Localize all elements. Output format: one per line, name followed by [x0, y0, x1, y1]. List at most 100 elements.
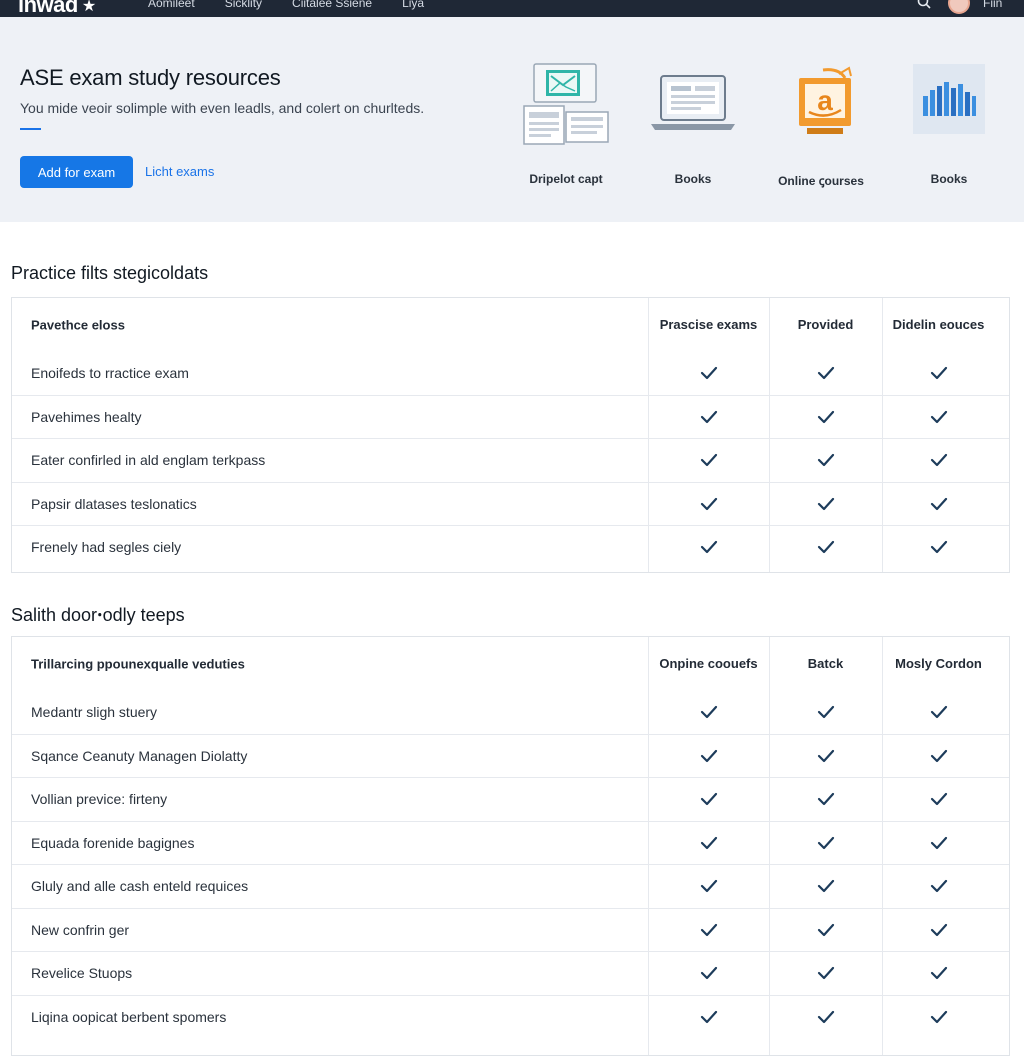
check-cell-2: [769, 822, 882, 865]
star-icon: ★: [81, 0, 96, 15]
nav-link-2[interactable]: Sicklity: [225, 0, 262, 10]
check-cell-1: [648, 909, 769, 952]
page-title: ASE exam study resources: [20, 65, 281, 90]
header-label: Trillarcing ppounexqualle veduties: [31, 656, 245, 671]
checkmark-icon: [817, 749, 834, 762]
checkmark-icon: [930, 1010, 947, 1023]
header-col-3: Didelin eouces: [882, 298, 995, 351]
check-cell-1: [648, 690, 769, 734]
row-label: Medantr sligh stuery: [31, 703, 158, 720]
checkmark-icon: [700, 749, 717, 762]
checkmark-icon: [817, 880, 834, 893]
row-label: Vollian previce: firteny: [31, 791, 168, 808]
check-cell-1: [648, 483, 769, 526]
checkmark-icon: [817, 836, 834, 849]
check-cell-2: [769, 396, 882, 439]
check-cell-3: [882, 483, 995, 526]
resource-card-3[interactable]: a Online ꞔourses: [761, 62, 881, 189]
header-col-3-text: Mosly Cordon: [895, 656, 982, 671]
checkmark-icon: [930, 749, 947, 762]
header-col-1: Onpine coouefs: [648, 637, 769, 690]
table-row: Vollian previce: firteny: [12, 777, 1009, 821]
user-name[interactable]: Fiin: [983, 0, 1002, 10]
row-label: Sqance Ceanuty Managen Diolatty: [31, 747, 248, 764]
exams-link[interactable]: Licht exams: [145, 164, 214, 179]
check-cell-3: [882, 996, 995, 1039]
check-cell-3: [882, 778, 995, 821]
check-cell-1: [648, 996, 769, 1039]
check-cell-1: [648, 822, 769, 865]
header-col-3-text: Didelin eouces: [892, 317, 985, 332]
check-cell-2: [769, 865, 882, 908]
checkmark-icon: [930, 454, 947, 467]
header-col-1-text: Prascise exams: [659, 317, 758, 332]
table-row: Enoifeds to rractice exam: [12, 351, 1009, 395]
resource-card-1[interactable]: Dripelot capt: [506, 62, 626, 186]
checkmark-icon: [930, 705, 947, 718]
check-cell-1: [648, 735, 769, 778]
resource-card-2[interactable]: Books: [633, 62, 753, 186]
check-cell-3: [882, 952, 995, 995]
table-row: Gluly and alle cash enteld requices: [12, 864, 1009, 908]
header-label: Pavethce eloss: [31, 317, 125, 332]
bar-chart-icon: [889, 62, 1009, 152]
check-cell-2: [769, 439, 882, 482]
check-cell-1: [648, 396, 769, 439]
header-col-3: Mosly Cordon: [882, 637, 995, 690]
checkmark-icon: [930, 497, 947, 510]
checkmark-icon: [930, 793, 947, 806]
header-col-2: Batck: [769, 637, 882, 690]
check-cell-3: [882, 822, 995, 865]
add-for-exam-button[interactable]: Add for exam: [20, 156, 133, 188]
checkmark-icon: [817, 497, 834, 510]
study-table: Trillarcing ppounexqualle veduties Onpin…: [11, 636, 1010, 1056]
checkmark-icon: [700, 880, 717, 893]
checkmark-icon: [700, 1010, 717, 1023]
header-col-1-text: Onpine coouefs: [659, 656, 758, 671]
checkmark-icon: [930, 366, 947, 379]
check-cell-2: [769, 690, 882, 734]
checkmark-icon: [700, 705, 717, 718]
table-row: Medantr sligh stuery: [12, 690, 1009, 734]
header-col-2-text: Batck: [807, 656, 844, 671]
logo[interactable]: inwad ★: [18, 0, 96, 17]
checkmark-icon: [930, 410, 947, 423]
check-cell-1: [648, 778, 769, 821]
checkmark-icon: [700, 967, 717, 980]
check-cell-3: [882, 865, 995, 908]
row-label: Liqina oopicat berbent spomers: [31, 1008, 227, 1025]
nav-links: Aomileet Sicklity Ciitalee Ssiene Liya: [148, 0, 424, 10]
header-col-2-text: Provided: [797, 317, 854, 332]
row-label: Papsir dlatases teslonatics: [31, 495, 197, 512]
checkmark-icon: [700, 793, 717, 806]
search-icon[interactable]: [917, 0, 931, 9]
nav-link-4[interactable]: Liya: [402, 0, 424, 10]
check-cell-1: [648, 526, 769, 569]
table-row: Eater confirled in ald englam terkpass: [12, 438, 1009, 482]
check-cell-2: [769, 351, 882, 395]
checkmark-icon: [700, 410, 717, 423]
checkmark-icon: [817, 923, 834, 936]
checkmark-icon: [817, 454, 834, 467]
section-title-study: Salith doorꞏodly teeps: [11, 605, 185, 625]
table-body: Medantr sligh stuery Sqance Ceanuty Manag…: [12, 690, 1009, 1038]
row-label: Pavehimes healty: [31, 408, 142, 425]
avatar[interactable]: [948, 0, 970, 14]
check-cell-1: [648, 952, 769, 995]
checkmark-icon: [817, 705, 834, 718]
checkmark-icon: [930, 541, 947, 554]
nav-link-1[interactable]: Aomileet: [148, 0, 195, 10]
check-cell-2: [769, 909, 882, 952]
check-cell-3: [882, 690, 995, 734]
nav-link-3[interactable]: Ciitalee Ssiene: [292, 0, 372, 10]
resource-card-4[interactable]: Books: [889, 62, 1009, 186]
laptop-icon: [633, 62, 753, 152]
check-cell-3: [882, 735, 995, 778]
hero-banner: ASE exam study resources You mide veoir …: [0, 17, 1024, 222]
resource-label-4: Books: [930, 172, 968, 186]
resource-label-2: Books: [674, 172, 712, 186]
resource-label-1: Dripelot capt: [529, 172, 603, 186]
checkmark-icon: [817, 366, 834, 379]
svg-text:a: a: [817, 85, 833, 116]
table-row: Revelice Stuops: [12, 951, 1009, 995]
